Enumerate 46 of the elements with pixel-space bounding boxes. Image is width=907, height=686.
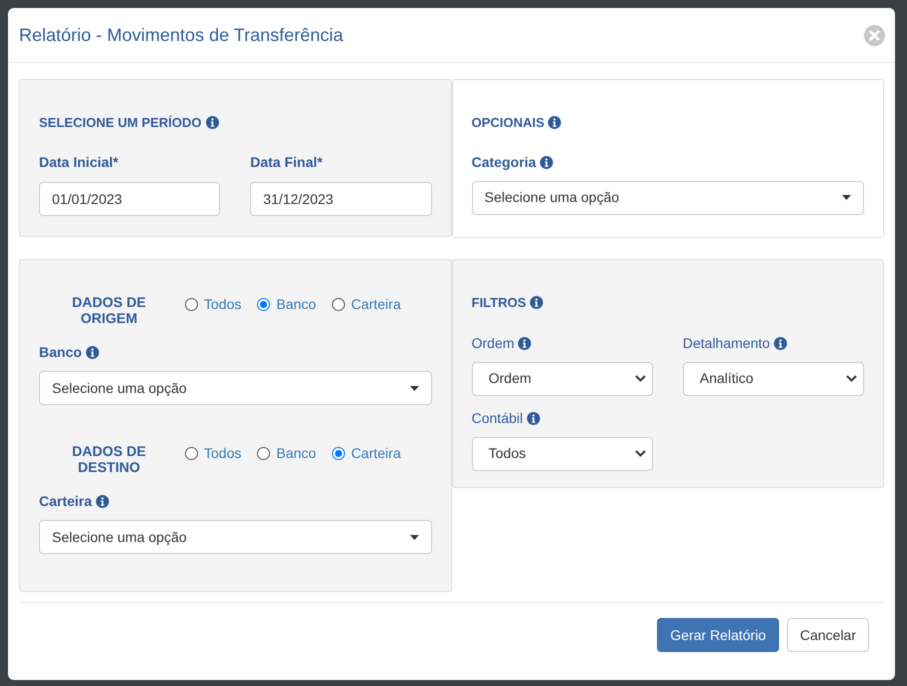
radio-option[interactable]: Banco bbox=[257, 294, 316, 315]
info-icon bbox=[540, 156, 554, 168]
field-label: Categoria bbox=[472, 152, 536, 172]
info-icon bbox=[206, 116, 219, 130]
caret-icon bbox=[410, 534, 418, 540]
select-dropdown[interactable]: Selecione uma opção bbox=[39, 371, 432, 405]
select-dropdown[interactable]: Analítico bbox=[682, 362, 864, 396]
date-input[interactable]: 31/12/2023 bbox=[250, 182, 432, 216]
info-icon bbox=[518, 336, 532, 350]
info-icon bbox=[526, 412, 540, 424]
chevron-down-icon bbox=[634, 375, 646, 382]
radio-option[interactable]: Banco bbox=[257, 443, 316, 464]
modal-title: Relatório - Movimentos de Transferência bbox=[19, 24, 344, 46]
field-label: Data Inicial* bbox=[39, 152, 120, 172]
chevron-down-icon bbox=[846, 375, 857, 382]
chevron-down-icon bbox=[634, 450, 646, 457]
section-heading: SELECIONE UM PERÍODO bbox=[39, 114, 202, 132]
select-dropdown[interactable]: Selecione uma opção bbox=[472, 180, 864, 214]
field-label: Banco bbox=[39, 343, 82, 362]
section-heading: DADOS DE ORIGEM bbox=[71, 294, 147, 326]
section-heading: FILTROS bbox=[472, 294, 526, 312]
radio-option[interactable]: Carteira bbox=[332, 443, 401, 464]
select-dropdown[interactable]: Selecione uma opção bbox=[39, 520, 432, 554]
date-input[interactable]: 01/01/2023 bbox=[39, 182, 220, 216]
radio-option[interactable]: Todos bbox=[185, 294, 242, 315]
field-label: Contábil bbox=[472, 408, 523, 428]
section-heading: OPCIONAIS bbox=[472, 114, 544, 132]
info-icon bbox=[96, 495, 109, 508]
field-label: Carteira bbox=[39, 492, 92, 511]
radio-option[interactable]: Todos bbox=[185, 443, 242, 464]
select-dropdown[interactable]: Ordem bbox=[472, 362, 653, 396]
caret-icon bbox=[410, 386, 418, 390]
info-icon bbox=[548, 116, 562, 130]
field-label: Ordem bbox=[472, 334, 514, 352]
info-icon bbox=[530, 296, 544, 310]
footer-button[interactable]: Cancelar bbox=[786, 618, 869, 652]
footer-button[interactable]: Gerar Relatório bbox=[657, 618, 779, 652]
info-icon bbox=[86, 346, 99, 359]
field-label: Detalhamento bbox=[682, 334, 770, 352]
caret-icon bbox=[842, 195, 851, 200]
radio-option[interactable]: Carteira bbox=[332, 294, 401, 315]
section-heading: DADOS DE DESTINO bbox=[71, 443, 147, 475]
select-dropdown[interactable]: Todos bbox=[472, 436, 653, 470]
field-label: Data Final* bbox=[250, 152, 324, 172]
close-icon[interactable] bbox=[864, 24, 885, 46]
info-icon bbox=[774, 336, 787, 350]
